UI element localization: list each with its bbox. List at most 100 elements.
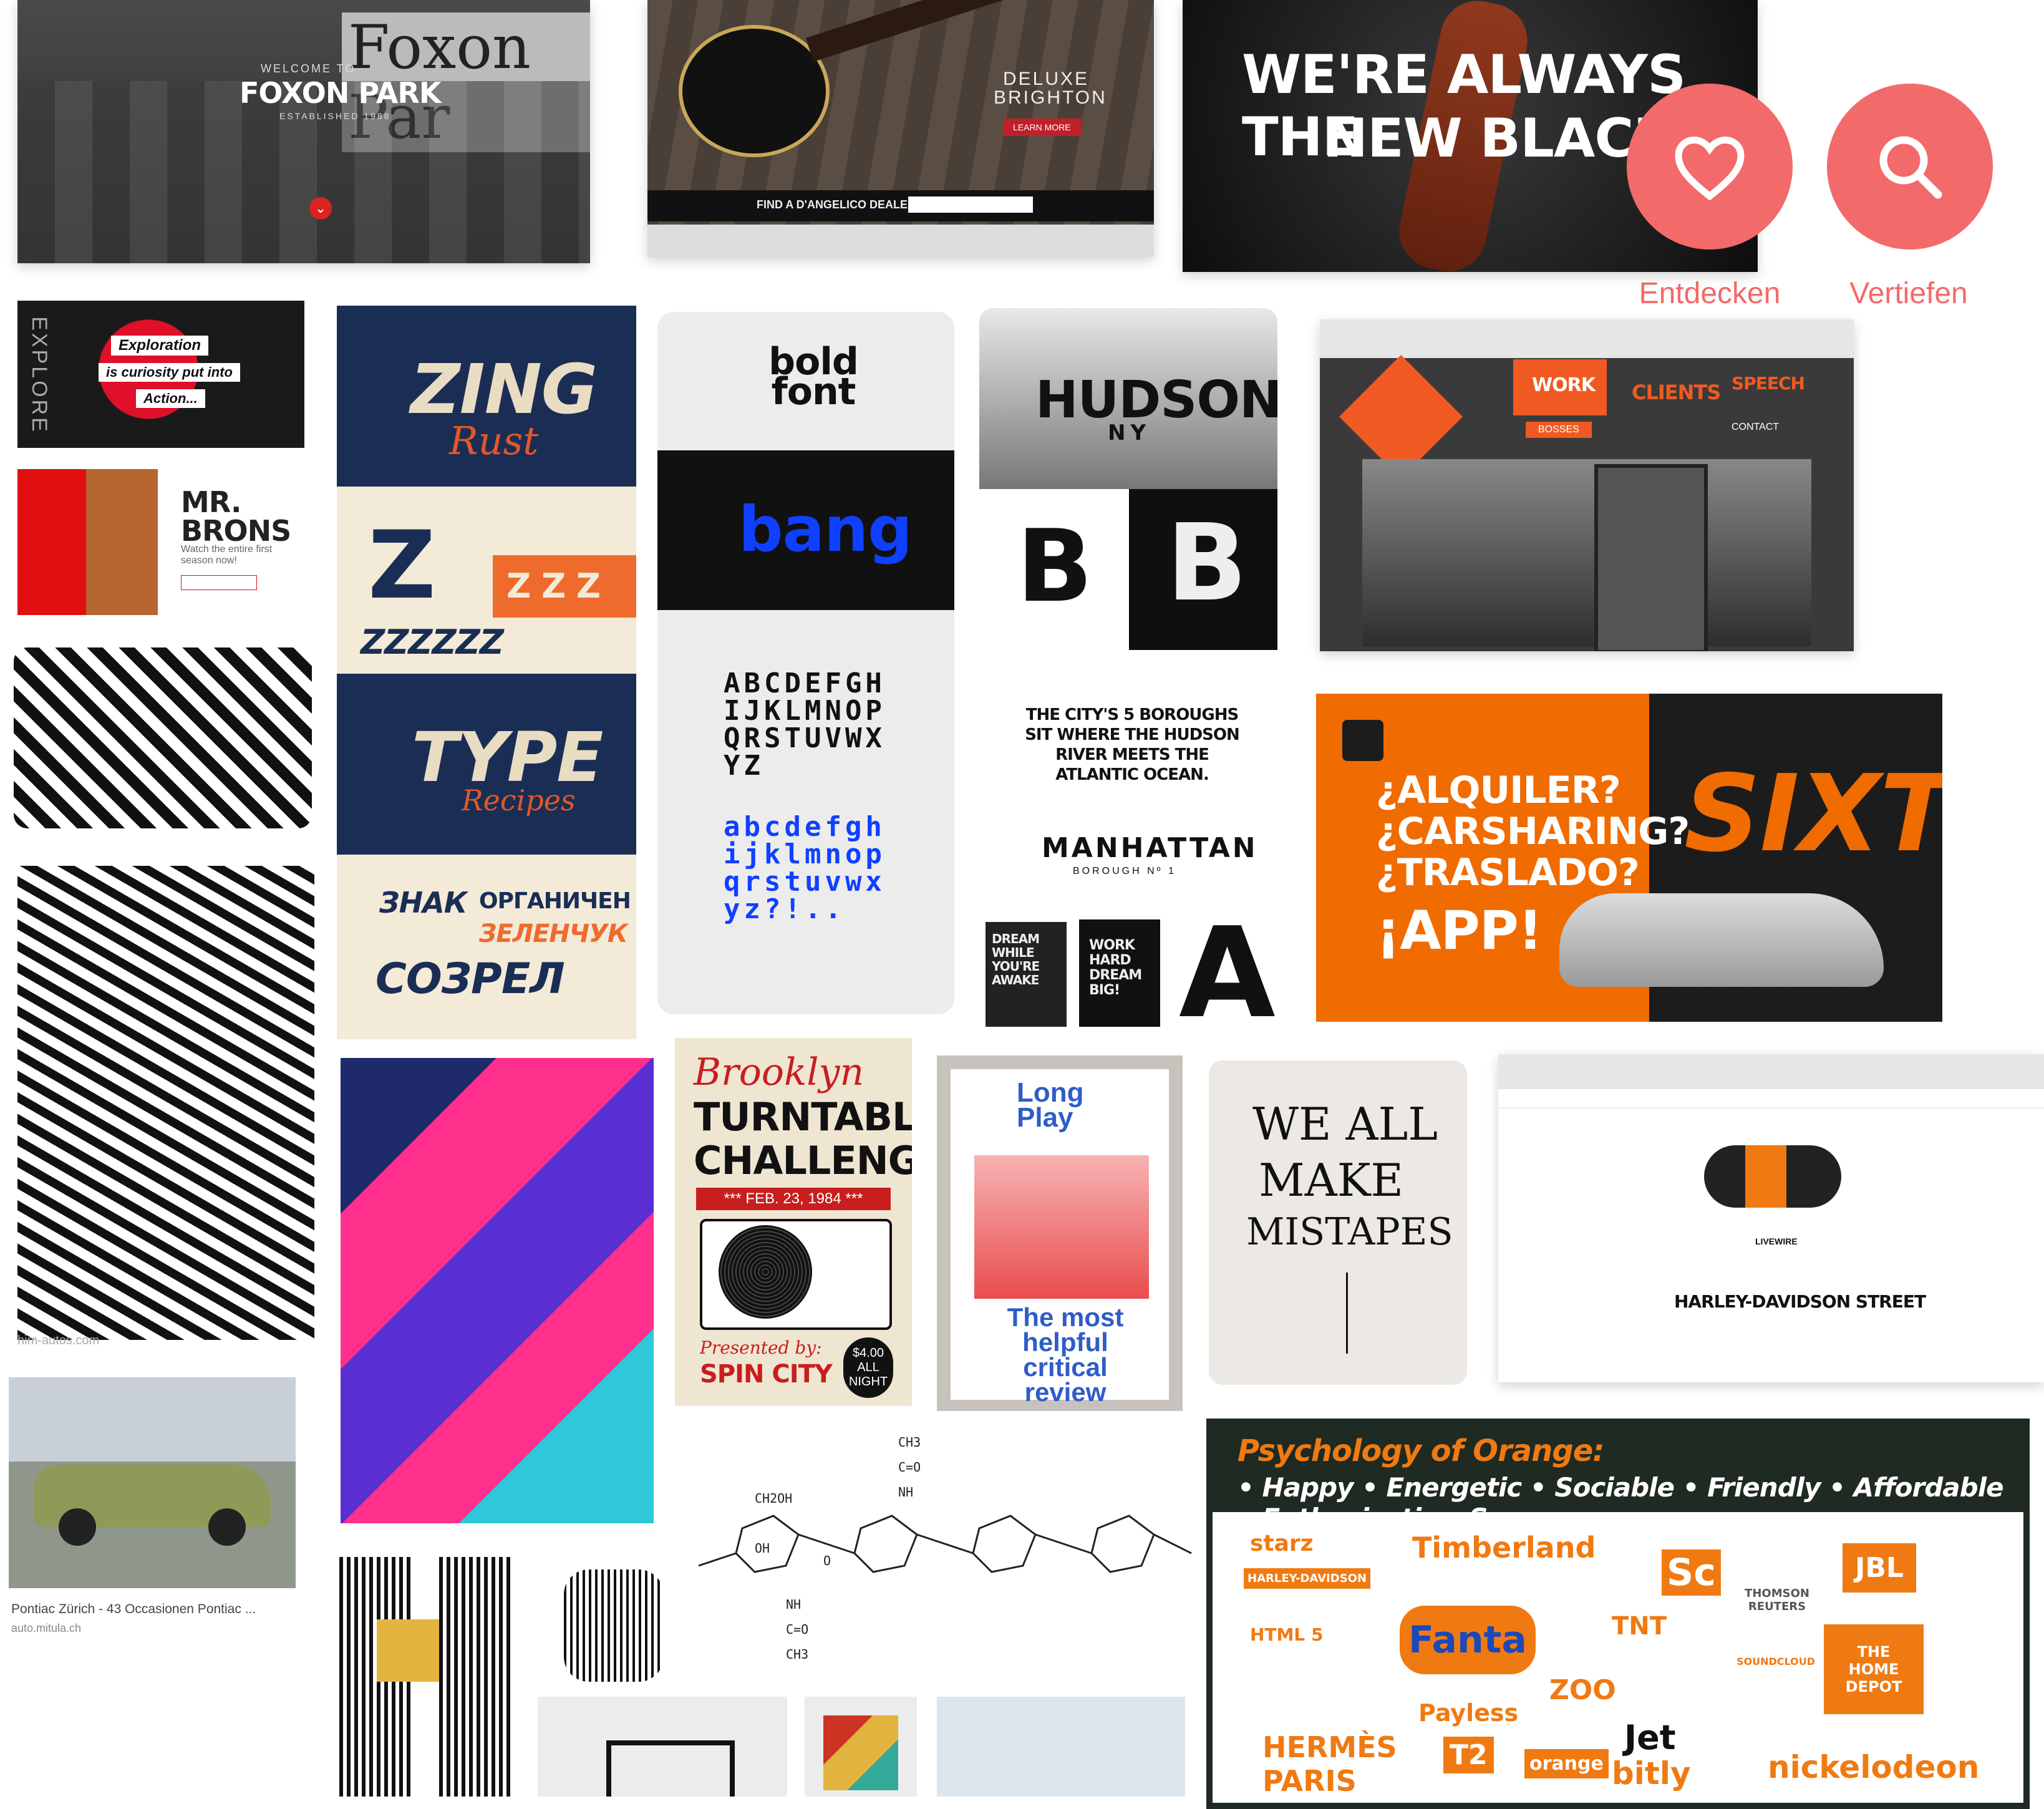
long-play-tile[interactable]: Long Play The most helpful critical revi… — [937, 1055, 1183, 1411]
brooklyn-price: $4.00 ALL NIGHT — [843, 1337, 893, 1398]
guitar-neck — [805, 0, 1098, 62]
geometric-cube-tile[interactable] — [805, 1697, 917, 1797]
guitar-strip — [647, 225, 1154, 257]
explore-t2: is curiosity put into — [99, 363, 240, 382]
learn-more-button[interactable]: LEARN MORE — [1003, 119, 1081, 136]
hudson-ny: NY — [1108, 420, 1151, 445]
sixt-brand: SIXT — [1684, 752, 1942, 876]
zing-sub: Rust — [449, 418, 539, 463]
deepen-label[interactable]: Vertiefen — [1815, 276, 2002, 311]
brooklyn-l3: CHALLENGE — [694, 1138, 912, 1183]
discover-label[interactable]: Entdecken — [1616, 276, 1803, 311]
site-contact[interactable]: CONTACT — [1732, 422, 1779, 433]
foxon-subtitle: ESTABLISHED 1988 — [279, 111, 391, 121]
sixt-tile[interactable]: ¿ALQUILER? ¿CARSHARING? ¿TRASLADO? ¡APP!… — [1316, 694, 1942, 1022]
brooklyn-by: Presented by: — [700, 1337, 822, 1358]
logo-soundcloud: SOUNDCLOUD — [1736, 1656, 1816, 1667]
brooklyn-poster-tile[interactable]: Brooklyn TURNTABLE CHALLENGE *** FEB. 23… — [675, 1038, 912, 1406]
chevron-down-icon[interactable]: ⌄ — [309, 197, 332, 220]
site-speech[interactable]: SPEECH — [1732, 373, 1805, 394]
foxon-park-tile[interactable]: Foxon Par WELCOME TO FOXON PARK ESTABLIS… — [17, 0, 590, 263]
deepen-button[interactable] — [1827, 84, 1993, 250]
logo-jbl: JBL — [1843, 1543, 1916, 1593]
mistakes-tile[interactable]: WE ALL MAKE MISTAPES — [1209, 1060, 1467, 1385]
hudson-a: A — [1179, 901, 1276, 1027]
explore-t3: Action... — [136, 389, 205, 408]
sixt-car — [1559, 893, 1884, 987]
zing-title: ZING — [410, 349, 598, 429]
hudson-work: WORK HARD DREAM BIG! — [1089, 938, 1142, 998]
hudson-manhattan: MANHATTAN — [1042, 832, 1258, 864]
logo-tnt: TNT — [1612, 1612, 1667, 1641]
hudson-b-left: B — [1017, 508, 1093, 624]
chem-label-co-bottom: C=O — [786, 1622, 809, 1637]
search-icon — [1879, 136, 1942, 199]
car-tile[interactable] — [9, 1377, 296, 1588]
site-vending-machine — [1594, 464, 1708, 651]
site-clients[interactable]: CLIENTS — [1632, 381, 1721, 404]
guitar-line1: DELUXE — [1003, 69, 1090, 89]
hudson-b-right: B — [1166, 502, 1247, 625]
boldfont-upper4: YZ — [724, 750, 764, 782]
website-orange-tile[interactable]: WORK CLIENTS SPEECH BOSSES CONTACT — [1320, 319, 1854, 651]
logo-starz: starz — [1250, 1531, 1314, 1556]
logo-bitly: bitly — [1612, 1755, 1691, 1792]
site-bosses[interactable]: BOSSES — [1526, 422, 1592, 438]
brons-title: MR. BRONS — [181, 485, 291, 548]
hex-pattern-tile[interactable] — [17, 866, 314, 1340]
discover-button[interactable] — [1627, 84, 1793, 250]
neon-triangles-tile[interactable] — [341, 1058, 654, 1523]
dealer-search-input[interactable] — [908, 196, 1033, 213]
car-wheel-front — [59, 1508, 96, 1546]
brooklyn-l2: TURNTABLE — [694, 1094, 912, 1140]
bold-font-tile[interactable]: bold font bang ABCDEFGH IJKLMNOP QRSTUVW… — [657, 312, 954, 1014]
harley-tile[interactable]: LIVEWIRE HARLEY-DAVIDSON STREET — [1498, 1054, 2044, 1382]
mistakes-l2: MAKE — [1259, 1154, 1404, 1206]
striped-cube-icon — [564, 1569, 664, 1682]
explore-t1: Exploration — [111, 336, 209, 356]
explore-tile[interactable]: EXPLORE Exploration is curiosity put int… — [17, 301, 304, 448]
chem-label-ch3-bottom: CH3 — [786, 1647, 809, 1662]
brooklyn-l1: Brooklyn — [694, 1050, 865, 1094]
guitar-tile[interactable]: DELUXE BRIGHTON LEARN MORE FIND A D'ANGE… — [647, 0, 1154, 257]
mr-brons-tile[interactable]: MR. BRONS Watch the entire first season … — [17, 469, 304, 615]
zing-recipes: Recipes — [462, 783, 576, 817]
hudson-dream: DREAM WHILE YOU'RE AWAKE — [992, 931, 1040, 987]
car-source[interactable]: auto.mitula.ch — [11, 1622, 81, 1635]
sixt-app: ¡APP! — [1376, 900, 1543, 962]
site-photo — [1362, 459, 1811, 646]
logo-fanta: Fanta — [1400, 1606, 1536, 1674]
boldfont-bang: bang — [739, 493, 913, 566]
bauhaus-square — [606, 1740, 735, 1797]
car-wheel-rear — [208, 1508, 246, 1546]
brooklyn-spin: SPIN CITY — [700, 1360, 833, 1389]
chem-label-ch2oh: CH2OH — [755, 1491, 793, 1506]
hudson-title: HUDSON — [1035, 371, 1277, 430]
mistakes-l3: MISTAPES — [1246, 1210, 1453, 1254]
sixt-q2: ¿CARSHARING? — [1376, 810, 1690, 853]
longplay-review: The most helpful critical review — [1007, 1302, 1124, 1407]
heart-icon — [1675, 136, 1745, 201]
guitar-body — [679, 25, 830, 157]
chem-label-oh: OH — [755, 1541, 770, 1556]
car-caption[interactable]: Pontiac Zürich - 43 Occasionen Pontiac .… — [11, 1602, 256, 1617]
logo-timberland: Timberland — [1412, 1531, 1596, 1564]
brons-button[interactable] — [181, 575, 257, 590]
yellow-block — [377, 1619, 439, 1682]
zing-tile[interactable]: ZING Rust Z Z Z Z ZZZZZZ TYPE Recipes ЗН… — [337, 306, 636, 1039]
foxon-welcome: WELCOME TO — [261, 62, 356, 75]
sixt-logo-badge — [1342, 720, 1383, 761]
stripes-room-tile[interactable] — [14, 647, 312, 828]
zing-zzz: Z Z Z — [506, 566, 601, 606]
orange-psychology-tile[interactable]: Psychology of Orange: • Happy • Energeti… — [1206, 1419, 2030, 1809]
chemistry-tile[interactable]: CH3 C=O NH CH2OH OH O NH C=O CH3 — [692, 1428, 1195, 1672]
browser-chrome — [1320, 319, 1854, 358]
explore-side-label: EXPLORE — [27, 316, 51, 434]
sixt-q3: ¿TRASLADO? — [1376, 851, 1640, 895]
typo-poster-tile[interactable] — [937, 1697, 1185, 1797]
bauhaus-square-tile[interactable] — [538, 1697, 787, 1797]
car-watermark: him-autos.com — [17, 1334, 100, 1347]
harley-title: HARLEY-DAVIDSON STREET — [1674, 1291, 1926, 1312]
logo-payless: Payless — [1418, 1699, 1519, 1727]
hudson-tile[interactable]: HUDSON NY B B THE CITY'S 5 BOROUGHS SIT … — [979, 308, 1277, 1027]
